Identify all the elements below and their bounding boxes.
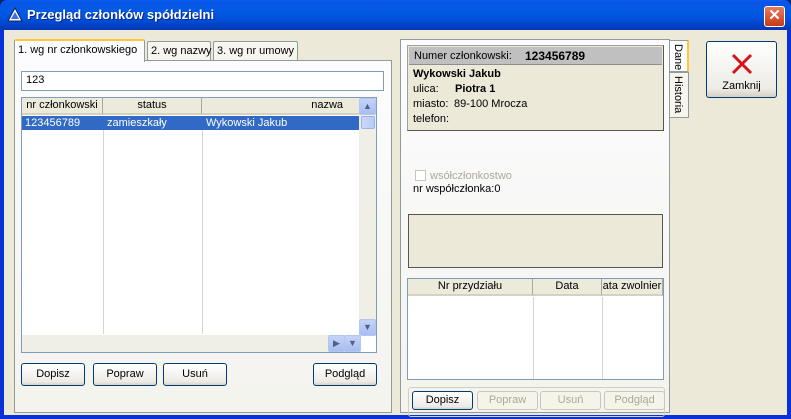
tab-data[interactable]: Dane (670, 40, 689, 72)
details-panel: Numer członkowski: 123456789 Wykowski Ja… (400, 39, 670, 417)
column-divider (202, 116, 203, 334)
co-membership-checkbox[interactable] (415, 170, 426, 181)
co-membership-label: wsółczłonkostwo (430, 170, 512, 182)
cell-status: zamieszkały (107, 117, 167, 129)
street-label: ulica: (413, 83, 439, 95)
members-table[interactable]: nr członkowski status nazwa 123456789 za… (21, 97, 377, 353)
column-header-date[interactable]: Data (533, 279, 602, 296)
window-client: 1. wg nr członkowskiego 2. wg nazwy 3. w… (4, 30, 787, 417)
cell-name: Wykowski Jakub (206, 117, 288, 129)
window-title: Przegląd członków spółdzielni (27, 7, 215, 22)
city-label: miasto: (413, 98, 449, 110)
title-bar: Przegląd członków spółdzielni ✕ (0, 0, 791, 30)
column-divider (602, 297, 603, 379)
close-button-label: Zamknij (722, 80, 761, 92)
scroll-right-icon[interactable]: ▶ (328, 335, 345, 352)
edit-button[interactable]: Popraw (93, 363, 157, 386)
allocation-delete-button[interactable]: Usuń (540, 391, 601, 410)
scroll-thumb[interactable] (361, 116, 375, 129)
allocation-button-group: Dopisz Popraw Usuń Podgląd (408, 387, 665, 417)
column-header-allocation-number[interactable]: Nr przydziału (408, 279, 533, 296)
window-close-button[interactable]: ✕ (764, 6, 785, 27)
main-window: Przegląd członków spółdzielni ✕ 1. wg nr… (0, 0, 791, 419)
search-input[interactable]: 123 (21, 71, 384, 91)
column-header-member-number[interactable]: nr członkowski (22, 98, 103, 115)
scroll-down-corner-icon[interactable]: ▼ (344, 335, 361, 352)
close-button[interactable]: Zamknij (706, 41, 777, 98)
tab-by-name[interactable]: 2. wg nazwy (147, 41, 212, 61)
cell-member-number: 123456789 (25, 117, 81, 129)
preview-button[interactable]: Podgląd (313, 363, 377, 386)
allocation-add-button[interactable]: Dopisz (412, 391, 473, 410)
close-icon (731, 53, 753, 75)
search-tab-panel: 123 nr członkowski status nazwa 12345678… (14, 60, 392, 413)
co-member-number: nr współczłonka:0 (413, 183, 501, 195)
phone-label: telefon: (413, 113, 450, 125)
member-name: Wykowski Jakub (413, 68, 501, 80)
delete-button[interactable]: Usuń (163, 363, 227, 386)
horizontal-scrollbar[interactable]: ▶ ▼ (22, 335, 361, 352)
allocation-preview-button[interactable]: Podgląd (604, 391, 665, 410)
app-icon (7, 7, 23, 22)
member-number-label: Numer członkowski: (414, 50, 512, 62)
column-header-name[interactable]: nazwa (202, 98, 362, 115)
tab-by-contract-number[interactable]: 3. wg nr umowy (213, 41, 298, 61)
scroll-up-icon[interactable]: ▲ (359, 98, 376, 115)
allocation-edit-button[interactable]: Popraw (477, 391, 538, 410)
tab-history[interactable]: Historia (670, 72, 689, 118)
allocation-table[interactable]: Nr przydziału Data ata zwolnier (407, 278, 664, 380)
tab-by-member-number[interactable]: 1. wg nr członkowskiego (14, 39, 145, 62)
notes-box (408, 214, 663, 268)
column-header-status[interactable]: status (103, 98, 202, 115)
city-value: 89-100 Mrocza (454, 98, 528, 110)
column-divider (103, 116, 104, 334)
member-number-header: Numer członkowski: 123456789 (409, 47, 662, 65)
column-divider (533, 297, 534, 379)
add-button[interactable]: Dopisz (21, 363, 85, 386)
member-number-value: 123456789 (525, 49, 586, 63)
vertical-scrollbar[interactable]: ▲ ▼ (359, 98, 376, 336)
column-header-release-date[interactable]: ata zwolnier (602, 279, 663, 296)
scroll-down-icon[interactable]: ▼ (359, 319, 376, 336)
street-value: Piotra 1 (455, 83, 496, 95)
member-info-box: Numer członkowski: 123456789 Wykowski Ja… (407, 45, 664, 131)
